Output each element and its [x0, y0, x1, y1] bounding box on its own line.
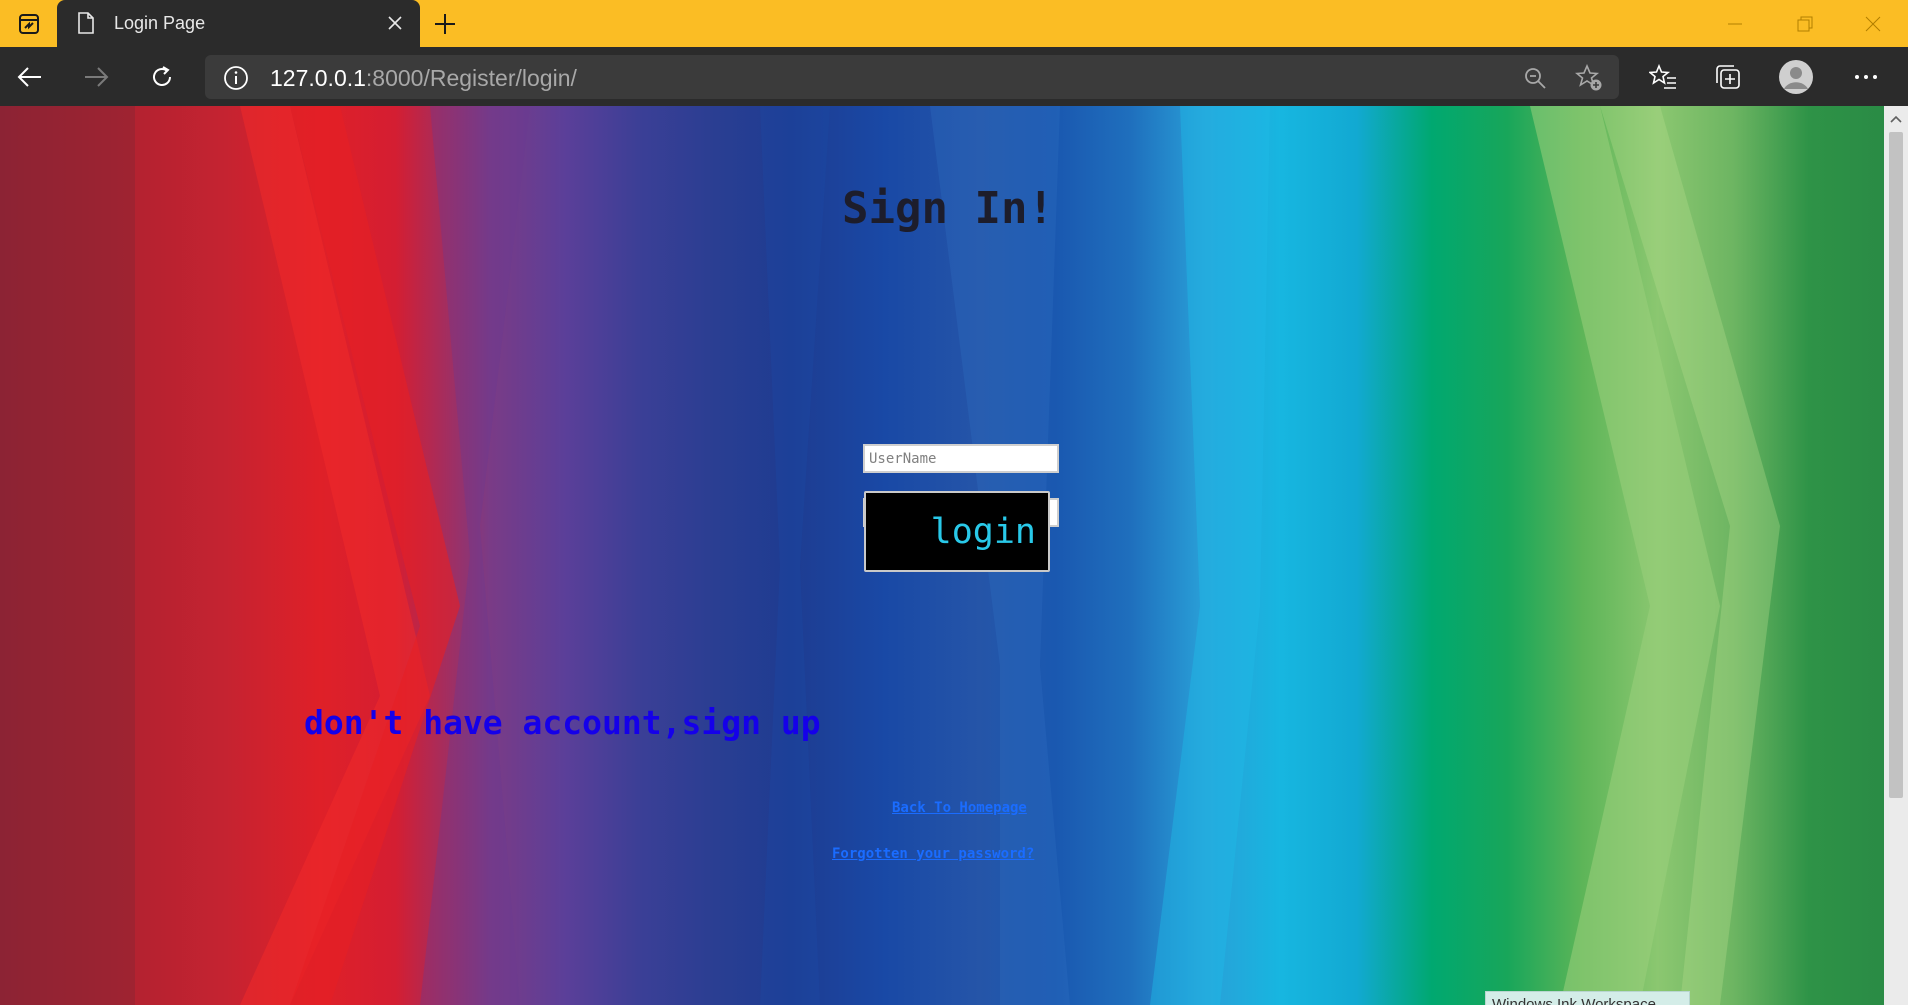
settings-more-button[interactable] — [1845, 56, 1887, 98]
scroll-thumb[interactable] — [1889, 132, 1903, 798]
page-scrollbar[interactable] — [1884, 106, 1908, 1005]
address-bar[interactable]: 127.0.0.1:8000/Register/login/ — [205, 55, 1619, 99]
arrow-left-icon — [17, 67, 41, 87]
browser-toolbar: 127.0.0.1:8000/Register/login/ — [0, 47, 1908, 106]
more-horizontal-icon — [1855, 75, 1877, 79]
page-icon — [78, 12, 94, 34]
minimize-button[interactable] — [1700, 0, 1770, 47]
star-add-icon — [1575, 64, 1602, 91]
forward-button[interactable] — [75, 56, 117, 98]
site-info-button[interactable] — [223, 65, 249, 91]
tab-title: Login Page — [114, 13, 206, 33]
zoom-out-icon — [1525, 68, 1546, 89]
new-tab-button[interactable] — [430, 10, 460, 38]
collections-icon — [1716, 65, 1740, 89]
forgot-password-link[interactable]: Forgotten your password? — [832, 846, 1034, 862]
tab-actions-icon — [18, 13, 39, 34]
chevron-up-icon — [1890, 115, 1902, 123]
back-to-homepage-link[interactable]: Back To Homepage — [892, 800, 1027, 816]
scroll-up-button[interactable] — [1884, 110, 1908, 128]
info-icon — [224, 66, 248, 90]
signup-link[interactable]: don't have account,sign up — [304, 703, 821, 742]
refresh-button[interactable] — [141, 56, 183, 98]
tab-actions-button[interactable] — [0, 0, 57, 47]
zoom-out-button[interactable] — [1518, 61, 1552, 95]
close-icon — [388, 16, 402, 30]
avatar-icon — [1779, 60, 1813, 94]
minimize-icon — [1728, 23, 1742, 24]
username-input[interactable] — [863, 444, 1059, 473]
refresh-icon — [153, 66, 171, 86]
back-button[interactable] — [9, 56, 51, 98]
arrow-right-icon — [85, 67, 109, 87]
profile-button[interactable] — [1775, 56, 1817, 98]
restore-button[interactable] — [1770, 0, 1840, 47]
favorites-icon — [1649, 64, 1676, 89]
page-title: Sign In! — [842, 183, 1054, 235]
favorites-button[interactable] — [1642, 56, 1684, 98]
tab-close-button[interactable] — [384, 12, 406, 34]
page-viewport: Sign In! login don't have account,sign u… — [0, 106, 1884, 1005]
login-button[interactable]: login — [864, 491, 1050, 572]
restore-icon — [1797, 16, 1813, 31]
tab-login-page[interactable]: Login Page — [57, 0, 420, 47]
url-path: :8000/Register/login/ — [365, 65, 577, 91]
add-favorite-button[interactable] — [1572, 61, 1606, 95]
close-icon — [1865, 16, 1881, 31]
url-host: 127.0.0.1 — [270, 65, 366, 91]
plus-icon — [435, 14, 455, 34]
windows-ink-workspace-badge[interactable]: Windows Ink Workspace — [1485, 991, 1690, 1005]
collections-button[interactable] — [1707, 56, 1749, 98]
close-window-button[interactable] — [1838, 0, 1908, 47]
url-text[interactable]: 127.0.0.1:8000/Register/login/ — [270, 65, 577, 92]
title-bar: Login Page — [0, 0, 1908, 47]
